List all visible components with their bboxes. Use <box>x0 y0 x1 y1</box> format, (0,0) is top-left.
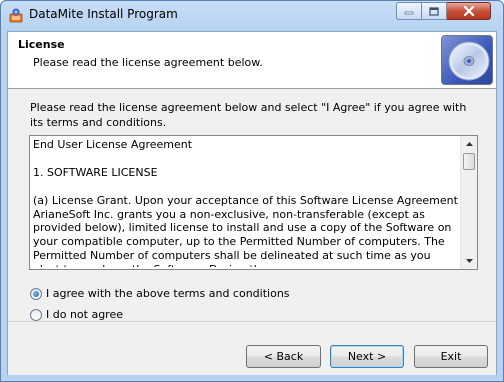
arrow-down-icon <box>465 259 473 263</box>
scroll-down-button[interactable] <box>461 253 477 269</box>
page-title: License <box>18 38 65 51</box>
scroll-thumb[interactable] <box>463 153 475 170</box>
close-icon <box>463 6 474 16</box>
installer-window: DataMite Install Program License Please … <box>0 0 504 382</box>
disagree-radio[interactable] <box>30 308 42 321</box>
page-subtitle: Please read the license agreement below. <box>33 56 263 69</box>
license-text: End User License Agreement 1. SOFTWARE L… <box>33 138 458 267</box>
installer-content: License Please read the license agreemen… <box>7 31 497 375</box>
license-text-box[interactable]: End User License Agreement 1. SOFTWARE L… <box>29 135 478 270</box>
page-header: License Please read the license agreemen… <box>8 32 496 89</box>
title-bar[interactable]: DataMite Install Program <box>1 1 503 29</box>
next-button[interactable]: Next > <box>330 345 404 368</box>
arrow-up-icon <box>465 142 473 146</box>
agree-radio[interactable] <box>30 287 42 300</box>
minimize-button[interactable] <box>396 2 422 20</box>
back-button[interactable]: < Back <box>246 345 321 368</box>
close-button[interactable] <box>447 2 491 20</box>
agree-option[interactable]: I agree with the above terms and conditi… <box>30 287 290 300</box>
agree-label[interactable]: I agree with the above terms and conditi… <box>46 287 290 300</box>
license-scrollbar[interactable] <box>460 136 477 269</box>
disagree-label[interactable]: I do not agree <box>46 308 123 321</box>
maximize-icon <box>429 6 439 16</box>
window-title: DataMite Install Program <box>29 7 178 21</box>
maximize-button[interactable] <box>422 2 447 20</box>
cd-disc-icon <box>441 35 493 85</box>
license-panel: Please read the license agreement below … <box>8 89 496 321</box>
license-instructions: Please read the license agreement below … <box>30 101 467 129</box>
button-bar: < Back Next > Exit <box>8 321 496 375</box>
installer-app-icon <box>9 8 23 23</box>
disagree-option[interactable]: I do not agree <box>30 308 123 321</box>
minimize-icon <box>404 11 414 15</box>
scroll-up-button[interactable] <box>461 136 477 152</box>
exit-button[interactable]: Exit <box>414 345 488 368</box>
